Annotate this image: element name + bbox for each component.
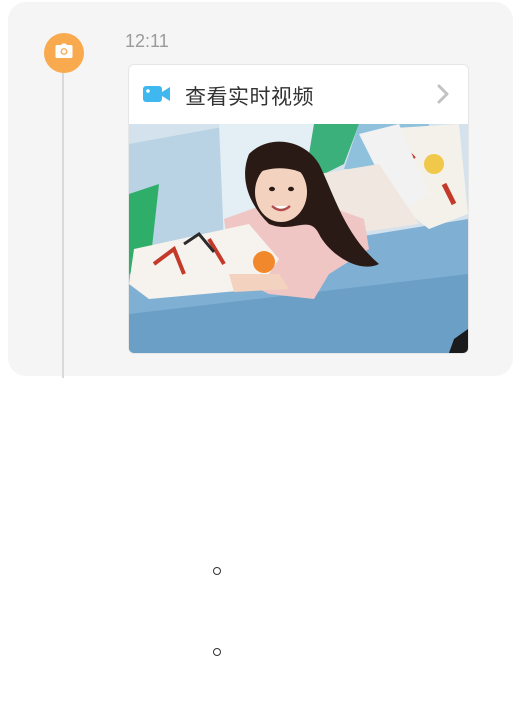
timeline-line bbox=[62, 64, 64, 378]
decorative-dot bbox=[213, 648, 221, 656]
event-time: 12:11 bbox=[125, 31, 169, 51]
view-live-video-button[interactable]: 查看实时视频 bbox=[129, 65, 468, 123]
camera-snapshot[interactable] bbox=[129, 124, 468, 353]
event-content: 查看实时视频 bbox=[128, 64, 469, 354]
event-card: 12:11 查看实时视频 bbox=[8, 2, 513, 378]
video-camera-icon bbox=[143, 84, 171, 104]
view-live-video-label: 查看实时视频 bbox=[185, 86, 314, 109]
chevron-right-icon bbox=[436, 83, 450, 105]
snapshot-image bbox=[129, 124, 468, 353]
camera-badge bbox=[44, 33, 84, 73]
camera-icon bbox=[55, 43, 73, 64]
decorative-dot bbox=[213, 567, 221, 575]
